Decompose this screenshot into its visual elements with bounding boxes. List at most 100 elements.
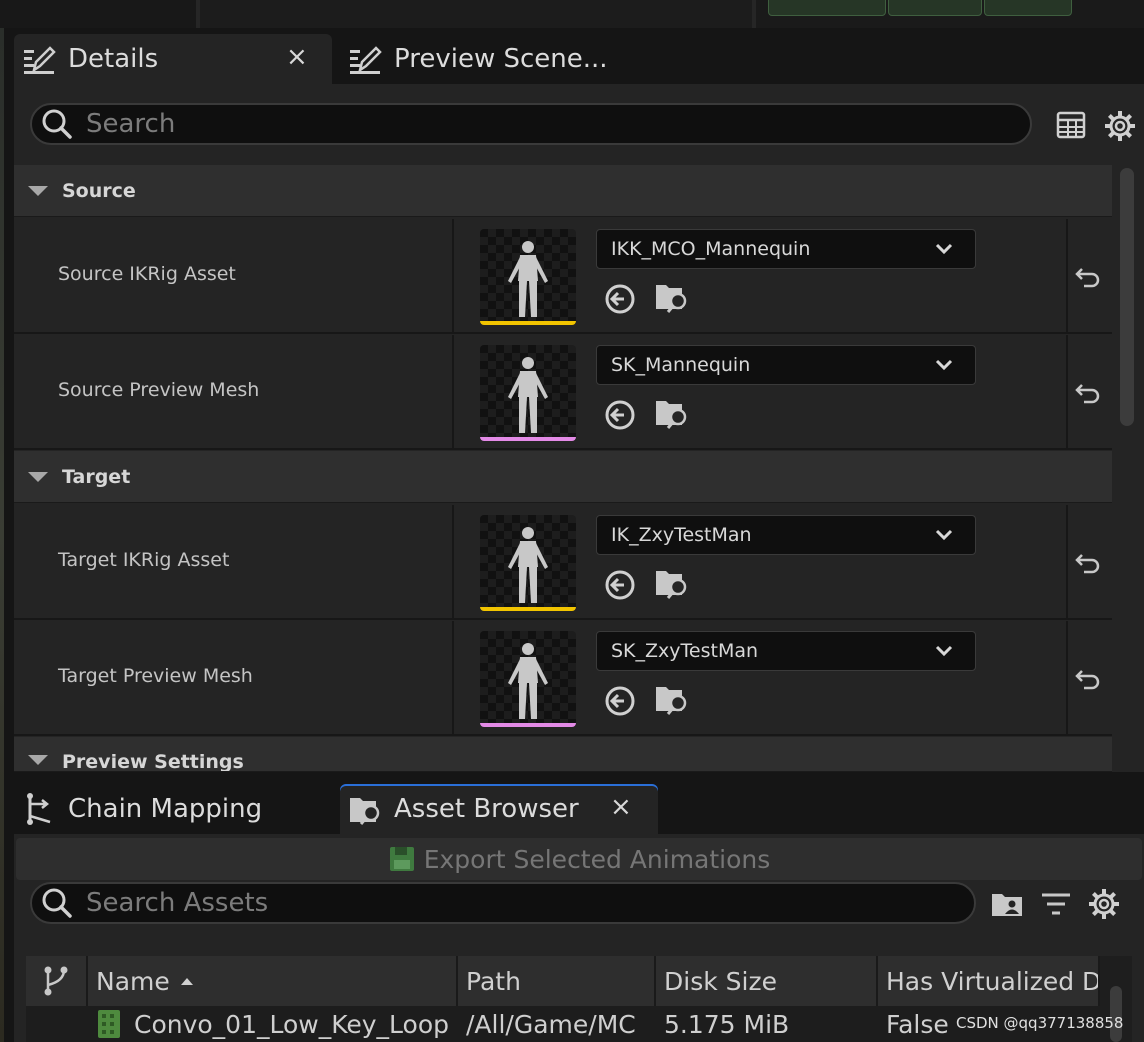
category-source[interactable]: Source xyxy=(14,165,1112,217)
use-selected-asset-icon[interactable] xyxy=(604,283,636,315)
close-details-tab-icon[interactable]: × xyxy=(286,42,308,72)
column-header-path[interactable]: Path xyxy=(458,956,656,1006)
asset-path: /All/Game/MC xyxy=(466,1009,636,1039)
animation-sequence-icon xyxy=(98,1010,120,1038)
filter-icon[interactable] xyxy=(1040,892,1072,918)
asset-thumbnail[interactable] xyxy=(480,515,576,611)
browse-to-asset-icon[interactable] xyxy=(654,279,690,315)
asset-thumbnail[interactable] xyxy=(480,345,576,441)
asset-picker-combo[interactable]: SK_ZxyTestMan xyxy=(596,631,976,671)
viewport-edge xyxy=(0,28,4,1042)
toolbar-segment xyxy=(200,0,756,28)
column-splitter xyxy=(1066,621,1068,734)
column-splitter[interactable] xyxy=(452,621,454,734)
search-icon xyxy=(42,888,72,918)
asset-settings-gear-icon[interactable] xyxy=(1088,888,1120,920)
column-header-label: Disk Size xyxy=(664,966,777,996)
details-search-placeholder: Search xyxy=(86,109,176,139)
tab-preview-scene[interactable]: Preview Scene... xyxy=(340,34,640,84)
use-selected-asset-icon[interactable] xyxy=(604,569,636,601)
bottom-tab-bar: Chain Mapping Asset Browser × xyxy=(14,784,1144,836)
mannequin-thumbnail-icon xyxy=(508,241,548,317)
tab-asset-browser[interactable]: Asset Browser × xyxy=(340,784,658,834)
category-target[interactable]: Target xyxy=(14,451,1112,503)
category-preview-settings[interactable]: Preview Settings xyxy=(14,737,1112,772)
property-row-source-ikrig: Source IKRig Asset IKK_MCO_Mannequin xyxy=(14,219,1112,334)
asset-picker-combo[interactable]: IKK_MCO_Mannequin xyxy=(596,229,976,269)
reset-to-default-icon[interactable] xyxy=(1074,551,1102,575)
asset-picker-value: SK_Mannequin xyxy=(611,354,751,376)
property-label: Source Preview Mesh xyxy=(58,379,260,401)
property-row-target-preview-mesh: Target Preview Mesh SK_ZxyTestMan xyxy=(14,621,1112,736)
browse-to-asset-icon[interactable] xyxy=(654,565,690,601)
table-view-icon[interactable] xyxy=(1056,110,1086,140)
property-row-source-preview-mesh: Source Preview Mesh SK_Mannequin xyxy=(14,335,1112,450)
chevron-down-icon xyxy=(935,359,953,371)
column-splitter xyxy=(1066,505,1068,618)
column-source-control[interactable] xyxy=(26,956,88,1006)
column-header-has-virtualized-data[interactable]: Has Virtualized Da xyxy=(878,956,1100,1006)
top-toolbar-strip xyxy=(0,0,1144,28)
column-header-label: Path xyxy=(466,966,521,996)
settings-gear-icon[interactable] xyxy=(1104,110,1136,142)
asset-picker-combo[interactable]: IK_ZxyTestMan xyxy=(596,515,976,555)
tab-preview-scene-label: Preview Scene... xyxy=(394,44,608,74)
property-label: Source IKRig Asset xyxy=(58,263,236,285)
collapse-arrow-icon xyxy=(28,185,48,196)
tab-details-label: Details xyxy=(68,44,159,74)
column-header-disk-size[interactable]: Disk Size xyxy=(656,956,878,1006)
asset-search-placeholder: Search Assets xyxy=(86,888,269,918)
details-pencil-icon xyxy=(24,46,56,74)
mode-button-ik[interactable] xyxy=(984,0,1072,16)
column-splitter[interactable] xyxy=(452,505,454,618)
column-header-label: Name xyxy=(96,966,170,996)
use-selected-asset-icon[interactable] xyxy=(604,685,636,717)
use-selected-asset-icon[interactable] xyxy=(604,399,636,431)
watermark-text: CSDN @qq377138858 xyxy=(956,1014,1124,1032)
asset-type-bar xyxy=(480,723,576,727)
reset-to-default-icon[interactable] xyxy=(1074,381,1102,405)
asset-picker-combo[interactable]: SK_Mannequin xyxy=(596,345,976,385)
browse-to-asset-icon[interactable] xyxy=(654,681,690,717)
tab-details[interactable]: Details × xyxy=(14,34,332,84)
mannequin-thumbnail-icon xyxy=(508,527,548,603)
close-asset-browser-tab-icon[interactable]: × xyxy=(610,792,632,822)
collapse-arrow-icon xyxy=(28,471,48,482)
mannequin-thumbnail-icon xyxy=(508,357,548,433)
asset-virtualized-value: False xyxy=(886,1009,949,1039)
column-splitter[interactable] xyxy=(452,219,454,332)
column-header-label: Has Virtualized Da xyxy=(886,966,1100,996)
mode-button-root[interactable] xyxy=(768,0,886,16)
details-scrollbar[interactable] xyxy=(1120,168,1134,426)
column-header-name[interactable]: Name xyxy=(88,956,458,1006)
property-label: Target IKRig Asset xyxy=(58,549,230,571)
asset-picker-value: SK_ZxyTestMan xyxy=(611,640,759,662)
details-tab-bar: Details × Preview Scene... xyxy=(14,34,1144,86)
save-disk-icon xyxy=(389,847,414,871)
chain-mapping-icon xyxy=(27,793,51,825)
search-icon xyxy=(42,109,72,139)
chevron-down-icon xyxy=(935,645,953,657)
asset-thumbnail[interactable] xyxy=(480,229,576,325)
asset-name: Convo_01_Low_Key_Loop xyxy=(134,1009,450,1039)
asset-type-bar xyxy=(480,437,576,441)
tab-chain-mapping[interactable]: Chain Mapping xyxy=(14,784,334,834)
export-selected-animations-button[interactable]: Export Selected Animations xyxy=(16,838,1142,880)
column-splitter[interactable] xyxy=(452,335,454,448)
sort-ascending-icon xyxy=(180,978,193,985)
preview-scene-pencil-icon xyxy=(350,46,382,74)
reset-to-default-icon[interactable] xyxy=(1074,265,1102,289)
asset-search-input[interactable]: Search Assets xyxy=(30,882,976,924)
category-preview-settings-label: Preview Settings xyxy=(62,751,244,772)
browse-to-asset-icon[interactable] xyxy=(654,395,690,431)
mode-button-fk[interactable] xyxy=(888,0,982,16)
cell-path: /All/Game/MC xyxy=(466,1006,648,1042)
tab-chain-mapping-label: Chain Mapping xyxy=(68,794,263,824)
cell-has-virtualized-data: False xyxy=(886,1006,956,1042)
folder-filter-icon[interactable] xyxy=(990,890,1026,920)
asset-thumbnail[interactable] xyxy=(480,631,576,727)
column-splitter xyxy=(1066,219,1068,332)
category-target-label: Target xyxy=(62,465,131,488)
details-search-input[interactable]: Search xyxy=(30,103,1032,145)
reset-to-default-icon[interactable] xyxy=(1074,667,1102,691)
